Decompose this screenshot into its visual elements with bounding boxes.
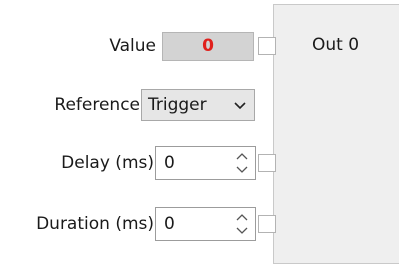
reference-selected: Trigger: [148, 95, 207, 115]
delay-value: 0: [164, 153, 175, 173]
reference-label: Reference: [54, 95, 140, 115]
value-display: 0: [162, 32, 254, 61]
duration-value: 0: [164, 214, 175, 234]
chevron-down-icon: [234, 102, 246, 110]
delay-input[interactable]: 0: [155, 146, 256, 180]
spinner-arrows-icon[interactable]: [235, 211, 249, 237]
value-label: Value: [109, 36, 156, 56]
value-port[interactable]: [258, 37, 276, 55]
node-title: Out 0: [312, 35, 360, 55]
duration-port[interactable]: [258, 215, 276, 233]
duration-input[interactable]: 0: [155, 207, 256, 241]
delay-port[interactable]: [258, 154, 276, 172]
output-node[interactable]: Out 0: [273, 4, 399, 264]
spinner-arrows-icon[interactable]: [235, 150, 249, 176]
reference-dropdown[interactable]: Trigger: [141, 89, 255, 121]
delay-label: Delay (ms): [61, 153, 154, 173]
duration-label: Duration (ms): [36, 214, 154, 234]
